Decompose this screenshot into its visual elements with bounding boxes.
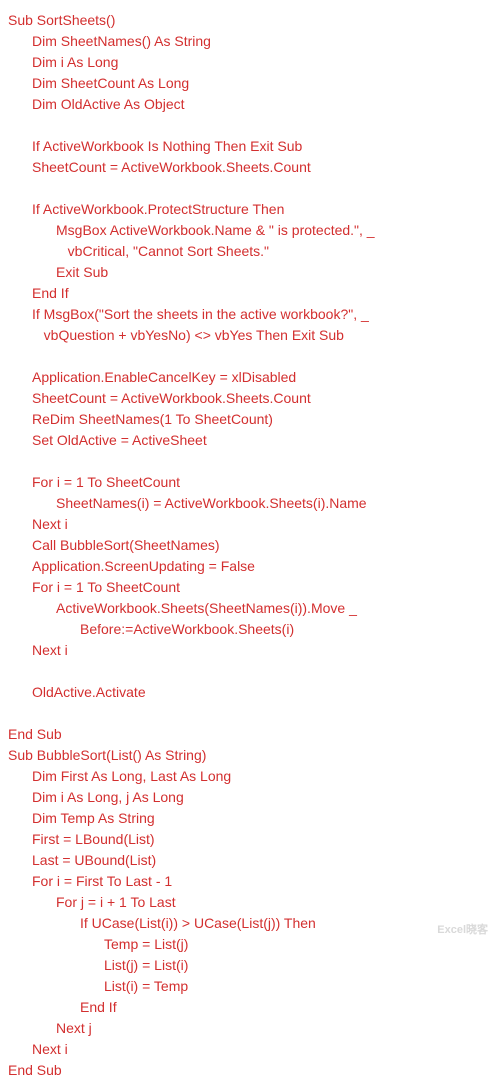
code-line: SheetNames(i) = ActiveWorkbook.Sheets(i)… [8,493,495,514]
code-line [8,703,495,724]
code-line: ActiveWorkbook.Sheets(SheetNames(i)).Mov… [8,598,495,619]
code-line: List(j) = List(i) [8,955,495,976]
code-line: End Sub [8,1060,495,1081]
code-line: Dim i As Long [8,52,495,73]
code-line: For i = 1 To SheetCount [8,577,495,598]
code-line: If MsgBox("Sort the sheets in the active… [8,304,495,325]
code-line: For i = 1 To SheetCount [8,472,495,493]
code-line: OldActive.Activate [8,682,495,703]
code-line: List(i) = Temp [8,976,495,997]
code-line: SheetCount = ActiveWorkbook.Sheets.Count [8,388,495,409]
code-line: If UCase(List(i)) > UCase(List(j)) Then [8,913,495,934]
code-line [8,115,495,136]
watermark-text: Excel晓客 [437,922,488,939]
code-line: End If [8,997,495,1018]
code-line: Dim SheetCount As Long [8,73,495,94]
code-line: vbCritical, "Cannot Sort Sheets." [8,241,495,262]
code-line: Exit Sub [8,262,495,283]
vba-code-block: Sub SortSheets()Dim SheetNames() As Stri… [8,10,495,1081]
code-line: If ActiveWorkbook.ProtectStructure Then [8,199,495,220]
code-line: SheetCount = ActiveWorkbook.Sheets.Count [8,157,495,178]
code-line: Next i [8,514,495,535]
code-line [8,451,495,472]
code-line: ReDim SheetNames(1 To SheetCount) [8,409,495,430]
code-line: Next i [8,640,495,661]
code-line: Dim First As Long, Last As Long [8,766,495,787]
code-line: End Sub [8,724,495,745]
code-line: If ActiveWorkbook Is Nothing Then Exit S… [8,136,495,157]
code-line [8,661,495,682]
code-line: Application.ScreenUpdating = False [8,556,495,577]
code-line: Dim Temp As String [8,808,495,829]
code-line: Call BubbleSort(SheetNames) [8,535,495,556]
code-line: Sub SortSheets() [8,10,495,31]
code-line: For j = i + 1 To Last [8,892,495,913]
code-line: Last = UBound(List) [8,850,495,871]
code-line: Dim i As Long, j As Long [8,787,495,808]
code-line: For i = First To Last - 1 [8,871,495,892]
code-line: Temp = List(j) [8,934,495,955]
code-line: Set OldActive = ActiveSheet [8,430,495,451]
code-line: First = LBound(List) [8,829,495,850]
code-line: Next j [8,1018,495,1039]
code-line: Next i [8,1039,495,1060]
code-line: Sub BubbleSort(List() As String) [8,745,495,766]
code-line: Dim OldActive As Object [8,94,495,115]
code-line [8,346,495,367]
code-line: Application.EnableCancelKey = xlDisabled [8,367,495,388]
code-line: End If [8,283,495,304]
code-line: Before:=ActiveWorkbook.Sheets(i) [8,619,495,640]
code-line: vbQuestion + vbYesNo) <> vbYes Then Exit… [8,325,495,346]
code-line: Dim SheetNames() As String [8,31,495,52]
code-line: MsgBox ActiveWorkbook.Name & " is protec… [8,220,495,241]
code-line [8,178,495,199]
